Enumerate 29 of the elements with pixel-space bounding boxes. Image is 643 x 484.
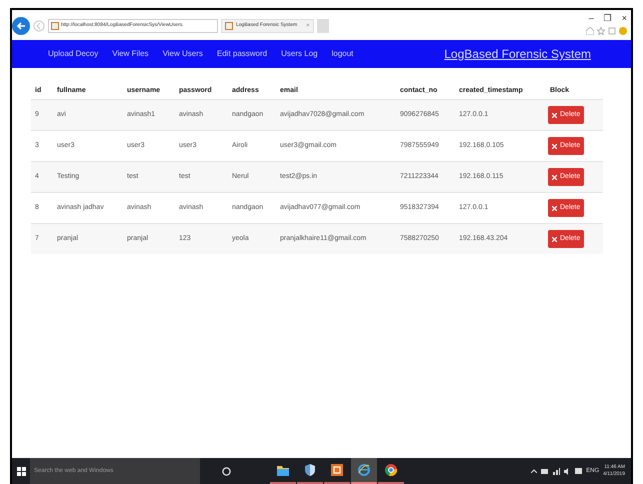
nav-link[interactable]: logout — [332, 48, 354, 60]
network-icon[interactable] — [553, 468, 560, 474]
office-icon — [331, 464, 343, 476]
cortana-icon[interactable] — [222, 466, 230, 476]
nav-link[interactable]: Upload Decoy — [48, 48, 98, 60]
nav-link[interactable]: Edit password — [216, 48, 268, 60]
page-icon — [51, 22, 59, 30]
folder-icon — [277, 464, 289, 476]
shield-icon — [305, 464, 315, 476]
close-icon — [552, 236, 557, 242]
windows-icon — [16, 466, 26, 476]
restore-button[interactable]: ❐ — [604, 12, 612, 26]
close-button[interactable]: × — [622, 12, 627, 26]
page-icon — [225, 22, 233, 30]
nav-link[interactable]: Users Log — [281, 48, 318, 60]
back-arrow-icon — [16, 21, 26, 31]
close-icon — [552, 174, 557, 180]
nav-link[interactable]: View Users — [162, 48, 203, 60]
minimize-button[interactable]: – — [588, 12, 594, 26]
star-icon[interactable] — [597, 26, 605, 34]
close-icon — [552, 206, 557, 210]
back-button[interactable] — [12, 17, 30, 35]
close-icon — [552, 144, 557, 148]
nav-link[interactable]: View Files — [112, 48, 149, 60]
brand-link[interactable]: LogBased Forensic System — [444, 45, 591, 63]
close-icon — [552, 112, 557, 118]
chevron-up-icon[interactable] — [531, 469, 538, 473]
browser-e-icon — [358, 464, 370, 476]
chrome-icon — [385, 464, 397, 476]
